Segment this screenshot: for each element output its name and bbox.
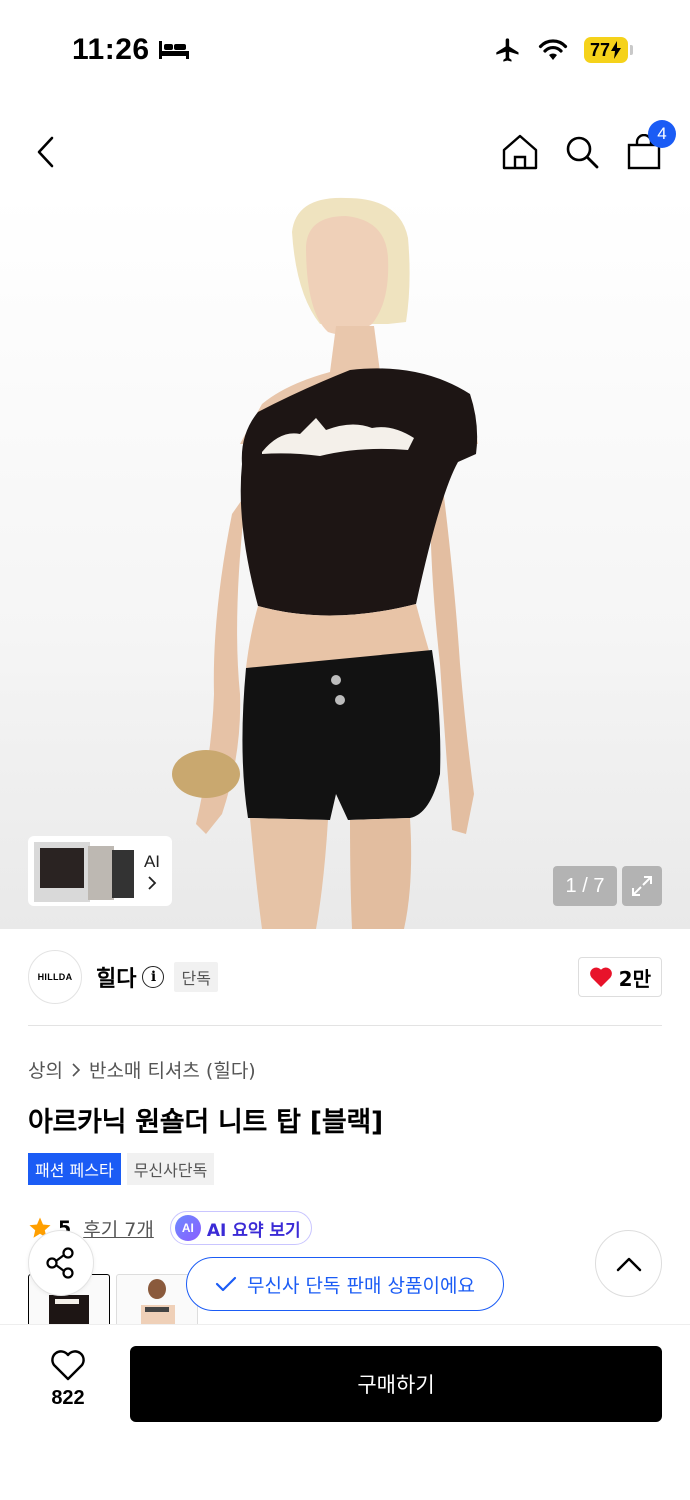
nav-bar: 4: [0, 110, 690, 194]
thumbnail-stack: [34, 842, 134, 902]
ai-label: AI: [143, 852, 160, 871]
product-tags: 패션 페스타 무신사단독: [28, 1153, 215, 1185]
wifi-icon: [538, 39, 568, 60]
bottom-action-bar: 822 구매하기: [0, 1324, 690, 1500]
ai-summary-label: AI 요약 보기: [206, 1220, 301, 1241]
cart-button[interactable]: 4: [624, 120, 676, 172]
scroll-to-top-button[interactable]: [595, 1230, 662, 1297]
exclusive-tag: 단독: [174, 962, 218, 992]
checkmark-icon: [215, 1276, 237, 1292]
breadcrumb-category[interactable]: 상의: [28, 1056, 63, 1083]
nav-actions: 4: [500, 120, 676, 172]
chevron-right-icon: [148, 876, 157, 890]
brand-like-count: 2만: [618, 966, 651, 991]
brand-logo[interactable]: HILLDA: [28, 950, 82, 1004]
cart-count-badge: 4: [648, 120, 676, 148]
buy-button[interactable]: 구매하기: [130, 1346, 662, 1422]
ai-summary-button[interactable]: AI AI 요약 보기: [169, 1211, 312, 1245]
review-count-link[interactable]: 후기 7개: [83, 1215, 154, 1242]
sleep-bed-icon: [158, 41, 189, 59]
battery-indicator: 77: [583, 37, 634, 63]
expand-button[interactable]: [622, 866, 662, 906]
heart-outline-icon: [51, 1350, 85, 1381]
breadcrumb: 상의 반소매 티셔츠 (힐다): [28, 1056, 256, 1083]
breadcrumb-subcategory[interactable]: 반소매 티셔츠 (힐다): [89, 1056, 256, 1083]
product-title: 아르카닉 원숄더 니트 탑 [블랙]: [28, 1107, 383, 1138]
chevron-left-icon: [37, 136, 54, 168]
status-icons: 77: [494, 36, 634, 64]
brand-row: HILLDA 힐다 i 단독 2만: [28, 950, 662, 1004]
brand-like-button[interactable]: 2만: [577, 957, 662, 997]
image-counter: 1 / 7: [553, 866, 617, 906]
fashion-festa-tag: 패션 페스타: [28, 1153, 121, 1185]
time-text: 11:26: [72, 33, 150, 66]
share-button[interactable]: [28, 1230, 94, 1296]
home-icon: [502, 134, 538, 170]
exclusive-toast: 무신사 단독 판매 상품이에요: [186, 1257, 504, 1311]
share-icon: [46, 1247, 74, 1279]
charging-bolt-icon: [611, 41, 621, 59]
divider: [28, 1025, 662, 1026]
musinsa-exclusive-tag: 무신사단독: [126, 1153, 215, 1185]
search-icon: [566, 136, 599, 169]
status-bar: 11:26 77: [0, 0, 690, 100]
ai-badge-icon: AI: [174, 1215, 201, 1241]
wishlist-count: 822: [51, 1387, 85, 1409]
wishlist-button[interactable]: 822: [28, 1349, 108, 1410]
chevron-right-icon: [72, 1062, 81, 1077]
brand-name[interactable]: 힐다: [96, 961, 136, 993]
toast-text: 무신사 단독 판매 상품이에요: [247, 1274, 475, 1297]
home-button[interactable]: [500, 132, 540, 172]
ai-thumbnail-label: AI: [144, 850, 160, 898]
chevron-up-icon: [616, 1257, 641, 1271]
product-image[interactable]: AI 1 / 7: [0, 194, 690, 929]
info-icon[interactable]: i: [142, 966, 165, 988]
model-photo: [172, 197, 478, 929]
status-time: 11:26: [72, 33, 190, 67]
airplane-icon: [496, 38, 519, 62]
search-button[interactable]: [562, 132, 602, 172]
back-button[interactable]: [26, 132, 66, 172]
heart-filled-icon: [589, 967, 612, 987]
battery-level: 77: [589, 39, 610, 60]
expand-icon: [632, 876, 652, 896]
ai-similar-thumbnails[interactable]: AI: [28, 836, 172, 906]
